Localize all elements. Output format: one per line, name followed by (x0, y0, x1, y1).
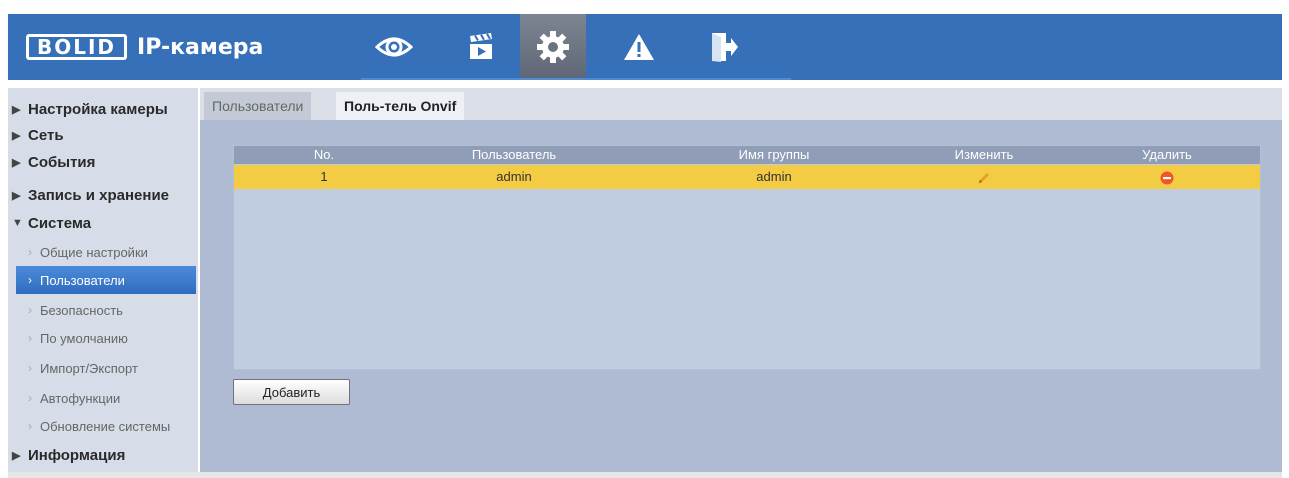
live-view-eye-icon[interactable] (361, 14, 427, 80)
bolid-logo: BOLID IP-камера (26, 32, 263, 62)
pencil-icon[interactable] (977, 171, 991, 185)
tab-users[interactable]: Пользователи (204, 92, 312, 120)
chevron-right-icon: › (28, 273, 32, 287)
alarm-warning-icon[interactable] (606, 14, 672, 80)
column-header-group: Имя группы (738, 147, 810, 162)
content-panel: No. Пользователь Имя группы Изменить Уда… (200, 120, 1282, 472)
sidebar-section-label: События (28, 153, 96, 171)
column-header-delete: Удалить (1142, 147, 1192, 162)
sidebar-section-system[interactable]: ▼ Система (8, 209, 198, 237)
logout-door-icon[interactable] (691, 14, 757, 80)
tab-bar: Пользователи Поль-тель Onvif (200, 88, 1282, 120)
chevron-right-icon: › (28, 245, 32, 259)
cell-no: 1 (320, 169, 328, 184)
nav-underline (361, 78, 791, 80)
sidebar-section-info[interactable]: ▶ Информация (8, 441, 198, 469)
collapse-triangle-icon: ▼ (12, 217, 23, 229)
sidebar-section-label: Сеть (28, 126, 64, 144)
sidebar-section-storage[interactable]: ▶ Запись и хранение (8, 181, 198, 209)
sidebar-section-label: Система (28, 214, 92, 232)
table-row[interactable]: 1 admin admin (234, 165, 1260, 189)
onvif-users-table: No. Пользователь Имя группы Изменить Уда… (233, 145, 1261, 370)
chevron-right-icon: › (28, 331, 32, 345)
expand-triangle-icon: ▶ (12, 189, 21, 202)
sidebar-section-label: Информация (28, 446, 126, 464)
sidebar-item-default[interactable]: › По умолчанию (8, 324, 198, 352)
cell-edit (894, 165, 1074, 189)
sidebar-item-general[interactable]: › Общие настройки (8, 238, 198, 266)
footer-strip (8, 472, 1282, 478)
sidebar-item-label: По умолчанию (40, 330, 128, 346)
cell-group: admin (756, 169, 792, 184)
delete-minus-icon[interactable] (1160, 171, 1174, 185)
sidebar-item-label: Обновление системы (40, 418, 171, 434)
expand-triangle-icon: ▶ (12, 103, 21, 116)
column-header-edit: Изменить (954, 147, 1014, 162)
product-name: IP-камера (137, 34, 264, 60)
expand-triangle-icon: ▶ (12, 156, 21, 169)
tab-onvif-users[interactable]: Поль-тель Onvif (336, 92, 465, 120)
sidebar-item-label: Автофункции (40, 390, 121, 406)
add-button[interactable]: Добавить (233, 379, 350, 405)
sidebar-section-label: Запись и хранение (28, 186, 170, 204)
chevron-right-icon: › (28, 303, 32, 317)
top-header: BOLID IP-камера (8, 14, 1282, 80)
column-header-user: Пользователь (471, 147, 557, 162)
logo-box: BOLID (26, 34, 128, 60)
cell-user: admin (496, 169, 532, 184)
cell-delete (1074, 165, 1260, 189)
sidebar-item-users[interactable]: › Пользователи (16, 266, 196, 294)
sidebar-item-auto-functions[interactable]: › Автофункции (8, 384, 198, 412)
chevron-right-icon: › (28, 361, 32, 375)
sidebar-item-label: Пользователи (40, 272, 125, 288)
expand-triangle-icon: ▶ (12, 449, 21, 462)
settings-gear-icon[interactable] (520, 14, 586, 80)
chevron-right-icon: › (28, 419, 32, 433)
sidebar-item-security[interactable]: › Безопасность (8, 296, 198, 324)
sidebar-item-label: Безопасность (40, 302, 123, 318)
sidebar-item-label: Общие настройки (40, 244, 148, 260)
sidebar-item-import-export[interactable]: › Импорт/Экспорт (8, 354, 198, 382)
sidebar-section-camera[interactable]: ▶ Настройка камеры (8, 95, 198, 123)
sidebar-section-network[interactable]: ▶ Сеть (8, 121, 198, 149)
chevron-right-icon: › (28, 391, 32, 405)
playback-clapper-icon[interactable] (448, 14, 514, 80)
expand-triangle-icon: ▶ (12, 129, 21, 142)
sidebar-item-system-update[interactable]: › Обновление системы (8, 412, 198, 440)
column-header-no: No. (313, 147, 335, 162)
table-header: No. Пользователь Имя группы Изменить Уда… (234, 146, 1260, 164)
sidebar-item-label: Импорт/Экспорт (40, 360, 138, 376)
sidebar-section-label: Настройка камеры (28, 100, 168, 118)
sidebar: ▶ Настройка камеры ▶ Сеть ▶ События ▶ За… (8, 88, 198, 472)
sidebar-section-events[interactable]: ▶ События (8, 148, 198, 176)
